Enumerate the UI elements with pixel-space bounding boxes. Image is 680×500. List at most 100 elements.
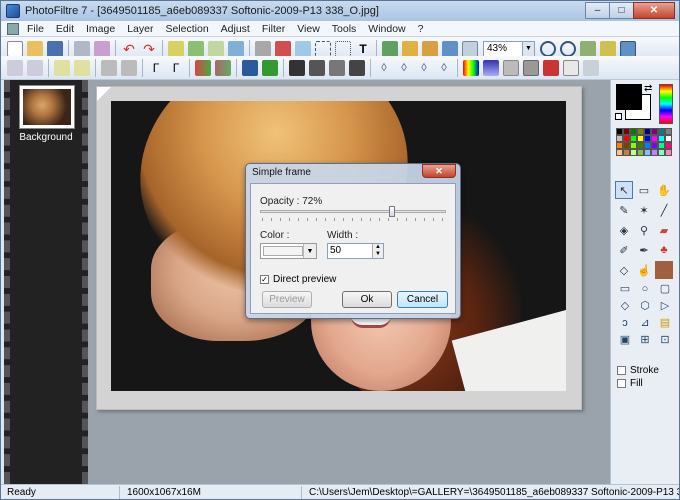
- duplicate-icon[interactable]: [228, 40, 244, 57]
- effect-icon[interactable]: [543, 59, 559, 76]
- fill-option[interactable]: Fill: [617, 378, 643, 389]
- fill-color-icon[interactable]: [255, 40, 271, 57]
- zoom-out-icon[interactable]: [560, 40, 576, 57]
- palette-swatch[interactable]: [658, 149, 665, 156]
- palette-swatch[interactable]: [651, 149, 658, 156]
- palette-swatch[interactable]: [651, 142, 658, 149]
- palette-swatch[interactable]: [630, 142, 637, 149]
- opacity-slider-thumb[interactable]: [389, 206, 395, 217]
- menu-selection[interactable]: Selection: [159, 23, 214, 35]
- palette-swatch[interactable]: [630, 128, 637, 135]
- selection-ratio-icon[interactable]: ⊞: [635, 331, 655, 348]
- negative-icon[interactable]: [329, 59, 345, 76]
- palette-swatch[interactable]: [658, 142, 665, 149]
- lasso-shape-icon[interactable]: ↄ: [615, 314, 635, 331]
- palette-swatch[interactable]: [637, 142, 644, 149]
- actual-size-icon[interactable]: [580, 40, 596, 57]
- chevron-down-icon[interactable]: ▼: [303, 244, 316, 258]
- menu-filter[interactable]: Filter: [256, 23, 291, 35]
- maximize-button[interactable]: □: [609, 2, 634, 19]
- chevron-down-icon[interactable]: ▼: [522, 41, 534, 56]
- layer-icon[interactable]: [382, 40, 398, 57]
- select-all-icon[interactable]: [335, 40, 351, 57]
- text-icon[interactable]: T: [355, 41, 371, 57]
- canvas-size-icon[interactable]: [295, 40, 311, 57]
- palette-swatch[interactable]: [644, 135, 651, 142]
- palette-swatch[interactable]: [623, 142, 630, 149]
- print-icon[interactable]: [74, 40, 90, 57]
- color-spectrum[interactable]: [659, 84, 673, 124]
- menu-layer[interactable]: Layer: [121, 23, 159, 35]
- menu-file[interactable]: File: [21, 23, 50, 35]
- palette-swatch[interactable]: [623, 128, 630, 135]
- sepia-icon[interactable]: [309, 59, 325, 76]
- brush-tool-icon[interactable]: ✐: [615, 241, 633, 259]
- shadow-icon[interactable]: [523, 59, 539, 76]
- palette-swatch[interactable]: [623, 135, 630, 142]
- palette-swatch[interactable]: [616, 149, 623, 156]
- display-icon[interactable]: [620, 40, 636, 57]
- selection-tool-icon[interactable]: ▭: [635, 181, 653, 199]
- palette-swatch[interactable]: [651, 128, 658, 135]
- brightness-plus-icon[interactable]: [54, 59, 70, 76]
- save-icon[interactable]: [47, 40, 63, 57]
- explorer-icon[interactable]: [422, 40, 438, 57]
- menu-tools[interactable]: Tools: [326, 23, 363, 35]
- reset-colors-icon[interactable]: [615, 113, 622, 120]
- scan-icon[interactable]: [94, 40, 110, 57]
- zoom-in-icon[interactable]: [540, 40, 556, 57]
- saturation-minus-icon[interactable]: [215, 59, 231, 76]
- cancel-button[interactable]: Cancel: [397, 291, 448, 308]
- direct-preview-option[interactable]: ✓ Direct preview: [260, 274, 336, 285]
- palette-swatch[interactable]: [658, 128, 665, 135]
- triangle-shape-icon[interactable]: ▷: [655, 297, 675, 314]
- open-icon[interactable]: [27, 40, 43, 57]
- invert-selection-icon[interactable]: ▣: [615, 331, 635, 348]
- foreground-color[interactable]: [616, 84, 642, 110]
- color-select[interactable]: ▼: [260, 243, 317, 259]
- palette-swatch[interactable]: [644, 142, 651, 149]
- palette-swatch[interactable]: [637, 135, 644, 142]
- palette-swatch[interactable]: [630, 135, 637, 142]
- ok-button[interactable]: Ok: [342, 291, 392, 308]
- menu-image[interactable]: Image: [80, 23, 121, 35]
- palette-swatch[interactable]: [665, 128, 672, 135]
- paste-as-image-icon[interactable]: [208, 40, 224, 57]
- palette-swatch[interactable]: [637, 128, 644, 135]
- posterize-icon[interactable]: [349, 59, 365, 76]
- brightness-minus-icon[interactable]: [74, 59, 90, 76]
- contrast-plus-icon[interactable]: [101, 59, 117, 76]
- line-tool-icon[interactable]: ╱: [655, 201, 673, 219]
- stroke-checkbox[interactable]: [617, 366, 626, 375]
- gamma-plus-icon[interactable]: Γ: [148, 60, 164, 76]
- rounded-rect-shape-icon[interactable]: ▢: [655, 280, 675, 297]
- histogram-icon[interactable]: [242, 59, 258, 76]
- fit-window-icon[interactable]: [600, 40, 616, 57]
- eyedropper-tool-icon[interactable]: ✎: [615, 201, 633, 219]
- menu-help[interactable]: ?: [412, 23, 430, 35]
- zoom-select[interactable]: 43% ▼: [483, 40, 535, 57]
- blur-tool-icon[interactable]: ◇: [615, 261, 633, 279]
- palette-swatch[interactable]: [616, 128, 623, 135]
- spray-tool-icon[interactable]: ⚲: [635, 221, 653, 239]
- minimize-button[interactable]: –: [585, 2, 610, 19]
- width-spinner[interactable]: ▲ ▼: [372, 244, 383, 258]
- palette-swatch[interactable]: [651, 135, 658, 142]
- width-input[interactable]: 50 ▲ ▼: [327, 243, 384, 259]
- auto-contrast-icon[interactable]: [27, 59, 43, 76]
- polygon-shape-icon[interactable]: ⊿: [635, 314, 655, 331]
- contrast-minus-icon[interactable]: [121, 59, 137, 76]
- redo-icon[interactable]: ↷: [141, 41, 157, 57]
- crop-icon[interactable]: [315, 40, 331, 57]
- saturation-plus-icon[interactable]: [195, 59, 211, 76]
- texture-icon[interactable]: [563, 59, 579, 76]
- stamp-tool-icon[interactable]: ♣: [655, 241, 673, 259]
- palette-swatch[interactable]: [665, 149, 672, 156]
- blur-icon[interactable]: ◊: [376, 60, 392, 76]
- menu-adjust[interactable]: Adjust: [215, 23, 256, 35]
- new-icon[interactable]: [7, 40, 23, 57]
- load-shape-icon[interactable]: ▤: [655, 314, 675, 331]
- color-balance-icon[interactable]: [262, 59, 278, 76]
- pointer-tool-icon[interactable]: ↖: [615, 181, 633, 199]
- selection-settings-icon[interactable]: ⊡: [655, 331, 675, 348]
